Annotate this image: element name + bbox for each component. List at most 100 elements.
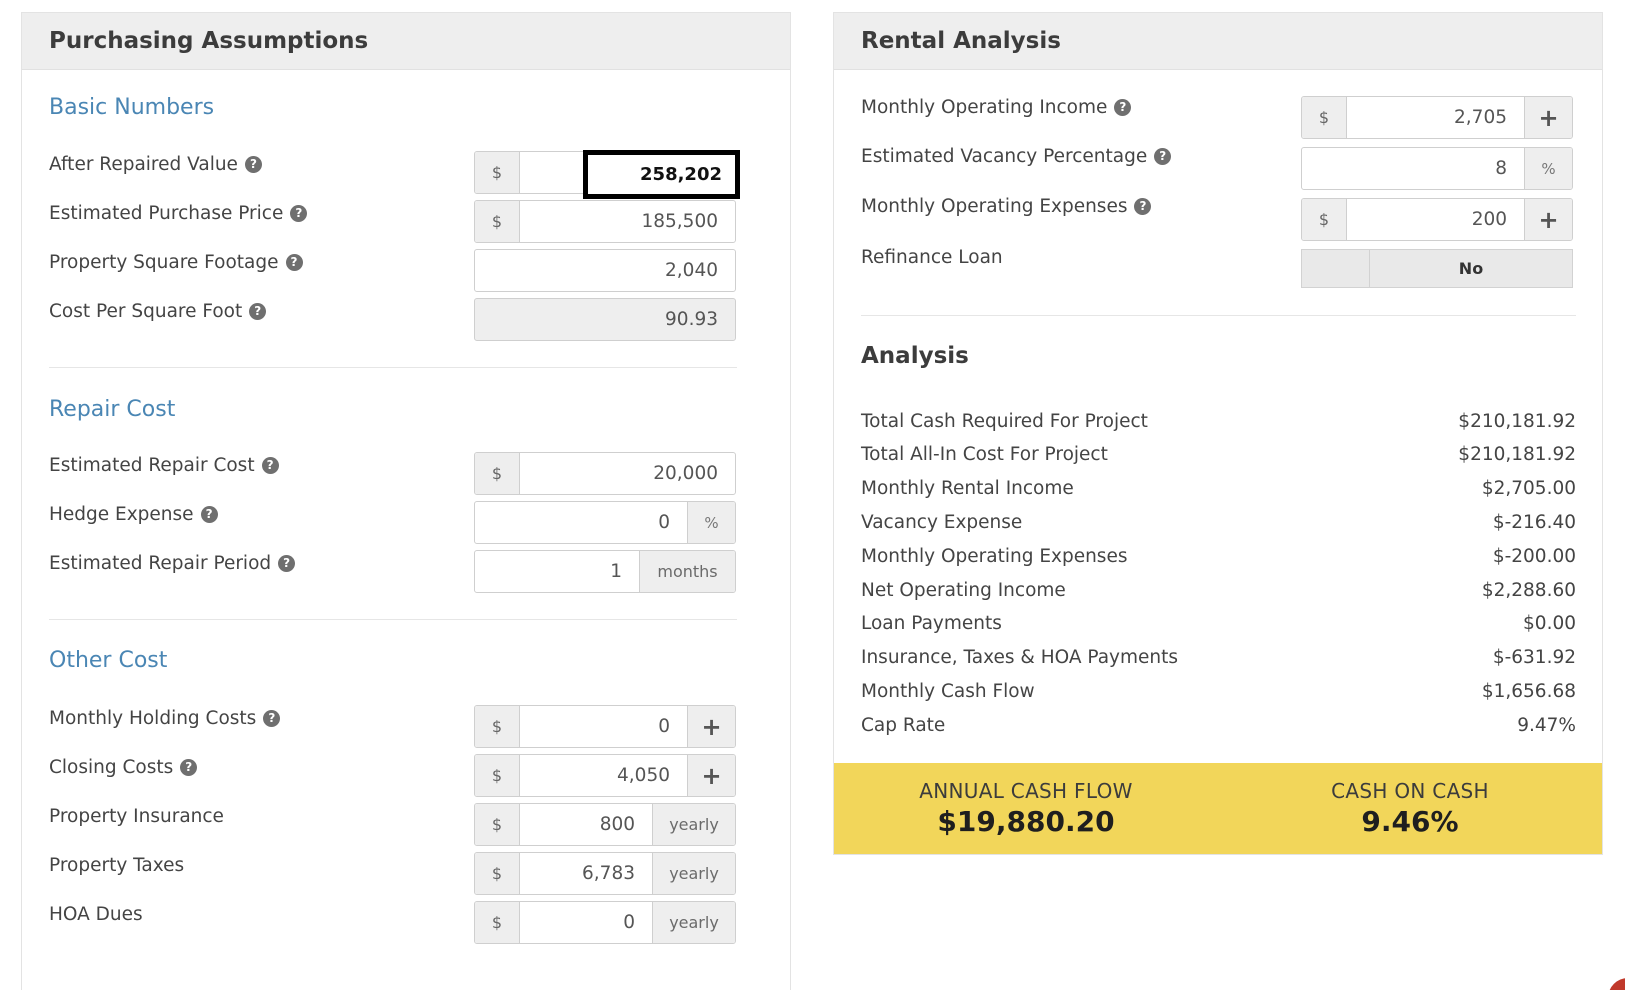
analysis-row-value: 9.47% (1517, 714, 1576, 736)
operating-expenses-input[interactable] (1347, 199, 1524, 240)
help-icon[interactable]: ? (249, 302, 267, 320)
analysis-row: Total Cash Required For Project $210,181.… (861, 406, 1576, 436)
dollar-prefix: $ (475, 853, 520, 894)
label-text: Cost Per Square Foot (49, 300, 243, 322)
property-taxes-field[interactable]: $ yearly (474, 852, 736, 895)
analysis-row: Net Operating Income $2,288.60 (861, 575, 1576, 605)
refinance-loan-toggle[interactable]: No (1301, 249, 1573, 288)
label-text: After Repaired Value (49, 153, 238, 175)
help-icon[interactable]: ? (290, 204, 308, 222)
plus-icon[interactable]: + (687, 706, 735, 747)
label-refinance-loan: Refinance Loan (861, 244, 1003, 270)
help-icon[interactable]: ? (180, 758, 198, 776)
closing-costs-field[interactable]: $ + (474, 754, 736, 797)
label-text: Monthly Operating Expenses (861, 195, 1128, 217)
help-icon[interactable]: ? (285, 253, 303, 271)
plus-icon[interactable]: + (687, 755, 735, 796)
hoa-dues-input[interactable] (520, 902, 652, 943)
help-icon[interactable]: ? (263, 709, 281, 727)
analysis-row-value: $-200.00 (1492, 545, 1576, 567)
property-insurance-field[interactable]: $ yearly (474, 803, 736, 846)
analysis-title: Analysis (861, 343, 969, 369)
repair-period-field[interactable]: months (474, 550, 736, 593)
help-icon[interactable]: ? (261, 456, 279, 474)
summary-bar: ANNUAL CASH FLOW $19,880.20 CASH ON CASH… (834, 763, 1602, 854)
panel-title: Purchasing Assumptions (49, 28, 369, 54)
repair-period-input[interactable] (475, 551, 639, 592)
months-suffix: months (639, 551, 735, 592)
operating-expenses-field[interactable]: $ + (1301, 198, 1573, 241)
holding-costs-field[interactable]: $ + (474, 705, 736, 748)
label-text: Estimated Repair Period (49, 552, 272, 574)
analysis-row: Loan Payments $0.00 (861, 609, 1576, 639)
analysis-row-value: $2,705.00 (1481, 478, 1576, 500)
analysis-row: Total All-In Cost For Project $210,181.92 (861, 440, 1576, 470)
label-text: Hedge Expense (49, 503, 194, 525)
label-cost-per-sqft: Cost Per Square Foot? (49, 298, 267, 324)
toggle-off-segment[interactable] (1302, 250, 1370, 287)
cost-per-sqft-field (474, 298, 736, 341)
help-icon[interactable]: ? (244, 155, 262, 173)
after-repaired-value-input[interactable]: 258,202 (583, 150, 740, 199)
plus-icon[interactable]: + (1524, 199, 1572, 240)
help-icon[interactable]: ? (1154, 147, 1172, 165)
analysis-row-value: $2,288.60 (1481, 579, 1576, 601)
hoa-dues-field[interactable]: $ yearly (474, 901, 736, 944)
label-text: Monthly Operating Income (861, 96, 1108, 118)
repair-cost-input[interactable] (520, 453, 735, 494)
label-holding-costs: Monthly Holding Costs? (49, 705, 281, 731)
help-icon[interactable]: ? (1134, 197, 1152, 215)
repair-cost-field[interactable]: $ (474, 452, 736, 495)
purchase-price-input[interactable] (520, 201, 735, 242)
vacancy-field[interactable]: % (1301, 147, 1573, 190)
analysis-row-value: $-216.40 (1492, 511, 1576, 533)
dollar-prefix: $ (475, 152, 520, 193)
analysis-row-value: $0.00 (1523, 613, 1576, 635)
closing-costs-input[interactable] (520, 755, 687, 796)
label-vacancy: Estimated Vacancy Percentage? (861, 143, 1172, 169)
divider (861, 315, 1576, 316)
analysis-row: Monthly Operating Expenses $-200.00 (861, 541, 1576, 571)
help-icon[interactable]: ? (1114, 98, 1132, 116)
hedge-expense-field[interactable]: % (474, 501, 736, 544)
floating-action-button[interactable] (1608, 978, 1625, 990)
operating-income-input[interactable] (1347, 97, 1524, 138)
label-text: Property Insurance (49, 805, 224, 827)
label-repair-cost: Estimated Repair Cost? (49, 452, 279, 478)
label-text: Estimated Purchase Price (49, 202, 284, 224)
toggle-value[interactable]: No (1370, 250, 1572, 287)
percent-suffix: % (687, 502, 735, 543)
label-text: Property Taxes (49, 854, 185, 876)
dollar-prefix: $ (475, 902, 520, 943)
panel-header: Rental Analysis (834, 13, 1602, 70)
yearly-suffix: yearly (652, 804, 735, 845)
label-text: Estimated Vacancy Percentage (861, 145, 1148, 167)
label-repair-period: Estimated Repair Period? (49, 550, 296, 576)
yearly-suffix: yearly (652, 853, 735, 894)
analysis-row: Cap Rate 9.47% (861, 710, 1576, 740)
property-taxes-input[interactable] (520, 853, 652, 894)
help-icon[interactable]: ? (278, 554, 296, 572)
operating-income-field[interactable]: $ + (1301, 96, 1573, 139)
square-footage-field[interactable] (474, 249, 736, 292)
vacancy-input[interactable] (1302, 148, 1524, 189)
label-closing-costs: Closing Costs? (49, 754, 198, 780)
analysis-row-value: $210,181.92 (1458, 410, 1576, 432)
analysis-row: Insurance, Taxes & HOA Payments $-631.92 (861, 643, 1576, 673)
label-after-repaired-value: After Repaired Value? (49, 151, 262, 177)
label-text: Monthly Holding Costs (49, 707, 257, 729)
holding-costs-input[interactable] (520, 706, 687, 747)
analysis-row-label: Vacancy Expense (861, 511, 1023, 533)
purchase-price-field[interactable]: $ (474, 200, 736, 243)
label-text: Estimated Repair Cost (49, 454, 255, 476)
label-property-taxes: Property Taxes (49, 852, 184, 878)
plus-icon[interactable]: + (1524, 97, 1572, 138)
hedge-expense-input[interactable] (475, 502, 687, 543)
analysis-row-label: Monthly Rental Income (861, 478, 1074, 500)
percent-suffix: % (1524, 148, 1572, 189)
property-insurance-input[interactable] (520, 804, 652, 845)
help-icon[interactable]: ? (200, 505, 218, 523)
annual-cash-flow: ANNUAL CASH FLOW $19,880.20 (834, 763, 1218, 854)
square-footage-input[interactable] (475, 250, 735, 291)
dollar-prefix: $ (475, 804, 520, 845)
